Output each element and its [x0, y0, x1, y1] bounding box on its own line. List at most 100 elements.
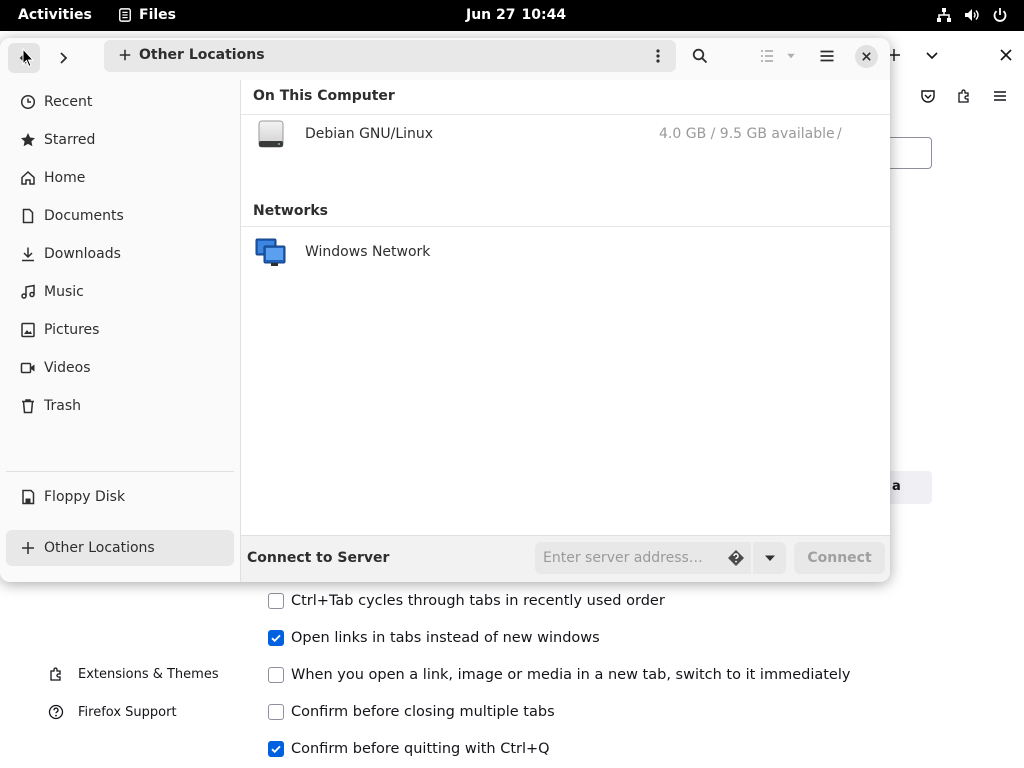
checkbox-checked[interactable] [268, 630, 284, 646]
sidebar-item-pictures[interactable]: Pictures [6, 312, 234, 348]
sidebar-item-label: Pictures [44, 322, 100, 338]
sidebar-item-label: Music [44, 284, 84, 300]
server-history-dropdown[interactable] [753, 542, 786, 574]
help-icon [48, 704, 64, 720]
clock[interactable]: Jun 27 10:44 [466, 7, 566, 23]
system-tray[interactable] [936, 7, 1008, 23]
places-sidebar: Recent Starred Home Documents Downloads … [0, 80, 241, 582]
app-menu-button[interactable]: Files [118, 7, 176, 23]
setting-switch-to-new-tab[interactable]: When you open a link, image or media in … [268, 666, 850, 684]
sidebar-item-floppy-disk[interactable]: Floppy Disk [6, 479, 234, 515]
volume-icon [965, 9, 979, 21]
path-label: Other Locations [139, 47, 265, 63]
server-address-input[interactable] [535, 542, 751, 574]
location-name: Windows Network [305, 244, 431, 260]
path-menu-button[interactable] [648, 46, 668, 66]
path-current-location[interactable]: Other Locations [118, 47, 265, 63]
network-wired-icon [937, 8, 951, 22]
extensions-themes-link[interactable]: Extensions & Themes [48, 666, 219, 682]
section-heading-networks: Networks [253, 203, 329, 219]
setting-label: Confirm before closing multiple tabs [291, 704, 555, 720]
extensions-icon[interactable] [954, 86, 974, 106]
setting-label: When you open a link, image or media in … [291, 667, 851, 683]
view-options-button[interactable] [750, 41, 806, 71]
header-bar: Other Locations [0, 38, 890, 80]
sidebar-item-trash[interactable]: Trash [6, 388, 234, 424]
sidebar-item-label: Recent [44, 94, 93, 110]
firefox-support-link[interactable]: Firefox Support [48, 704, 177, 720]
setting-confirm-close-tabs[interactable]: Confirm before closing multiple tabs [268, 703, 555, 721]
clock-date: Jun 27 [466, 7, 516, 23]
sidebar-item-home[interactable]: Home [6, 160, 234, 196]
path-bar[interactable]: Other Locations [104, 40, 676, 72]
list-view-icon [761, 50, 773, 62]
list-tabs-chevron-icon[interactable] [922, 45, 942, 65]
plus-icon [22, 542, 34, 554]
sidebar-item-label: Starred [44, 132, 96, 148]
main-menu-button[interactable] [811, 41, 843, 71]
floppy-icon [22, 489, 35, 505]
section-divider [241, 226, 890, 227]
setting-label: Open links in tabs instead of new window… [291, 630, 600, 646]
sidebar-divider [6, 471, 234, 472]
dropdown-arrow-icon [787, 53, 795, 59]
help-icon[interactable] [727, 549, 745, 567]
connect-to-server-label: Connect to Server [247, 550, 390, 566]
connect-button[interactable]: Connect [794, 542, 885, 574]
sidebar-item-other-locations[interactable]: Other Locations [6, 530, 234, 566]
hamburger-menu-icon[interactable] [990, 86, 1010, 106]
setting-ctrl-tab[interactable]: Ctrl+Tab cycles through tabs in recently… [268, 592, 665, 610]
music-icon [21, 284, 35, 299]
activities-button[interactable]: Activities [18, 7, 92, 23]
sidebar-item-starred[interactable]: Starred [6, 122, 234, 158]
window-close-button[interactable] [855, 45, 878, 68]
sidebar-item-label: Documents [44, 208, 124, 224]
clock-time: 10:44 [521, 7, 567, 23]
dropdown-arrow-icon [764, 555, 775, 561]
download-icon [22, 247, 34, 262]
close-icon [862, 52, 871, 61]
location-row-debian[interactable]: Debian GNU/Linux 4.0 GB / 9.5 GB availab… [241, 115, 890, 153]
clock-icon [20, 94, 36, 110]
network-workgroup-icon [255, 238, 286, 266]
location-mount-path: / [837, 126, 842, 142]
checkmark-icon [271, 634, 281, 643]
firefox-tab-strip [880, 40, 1024, 70]
sidebar-item-music[interactable]: Music [6, 274, 234, 310]
extensions-themes-label: Extensions & Themes [78, 666, 219, 682]
section-heading-on-this-computer: On This Computer [253, 88, 395, 104]
setting-open-links-in-tabs[interactable]: Open links in tabs instead of new window… [268, 629, 600, 647]
sidebar-item-documents[interactable]: Documents [6, 198, 234, 234]
plus-icon [119, 49, 131, 61]
sidebar-item-recent[interactable]: Recent [6, 84, 234, 120]
checkbox-checked[interactable] [268, 741, 284, 757]
sidebar-item-downloads[interactable]: Downloads [6, 236, 234, 272]
connect-to-server-bar: Connect to Server Connect [241, 535, 890, 582]
location-free-space: 4.0 GB / 9.5 GB available [659, 126, 835, 142]
checkbox-unchecked[interactable] [268, 667, 284, 683]
location-name: Debian GNU/Linux [305, 126, 434, 142]
files-app-icon [119, 8, 131, 22]
sidebar-item-label: Home [44, 170, 86, 186]
sidebar-item-label: Floppy Disk [44, 489, 126, 505]
checkbox-unchecked[interactable] [268, 704, 284, 720]
drive-harddisk-icon [258, 120, 284, 148]
app-name: Files [139, 7, 176, 23]
files-window: Other Locations Recent Starred Home Docu… [0, 38, 890, 582]
setting-label: Confirm before quitting with Ctrl+Q [291, 741, 550, 757]
gnome-top-bar: Activities Files Jun 27 10:44 [0, 0, 1024, 31]
firefox-close-icon[interactable] [996, 45, 1016, 65]
checkbox-unchecked[interactable] [268, 593, 284, 609]
location-row-windows-network[interactable]: Windows Network [241, 233, 890, 271]
sidebar-item-videos[interactable]: Videos [6, 350, 234, 386]
search-button[interactable] [684, 41, 716, 71]
document-icon [22, 208, 34, 224]
forward-button[interactable] [47, 43, 79, 73]
pocket-icon[interactable] [918, 86, 938, 106]
star-icon [21, 133, 35, 147]
firefox-support-label: Firefox Support [78, 704, 177, 720]
checkmark-icon [271, 745, 281, 754]
puzzle-icon [50, 667, 61, 681]
setting-confirm-quit[interactable]: Confirm before quitting with Ctrl+Q [268, 740, 550, 758]
setting-label: Ctrl+Tab cycles through tabs in recently… [291, 593, 665, 609]
